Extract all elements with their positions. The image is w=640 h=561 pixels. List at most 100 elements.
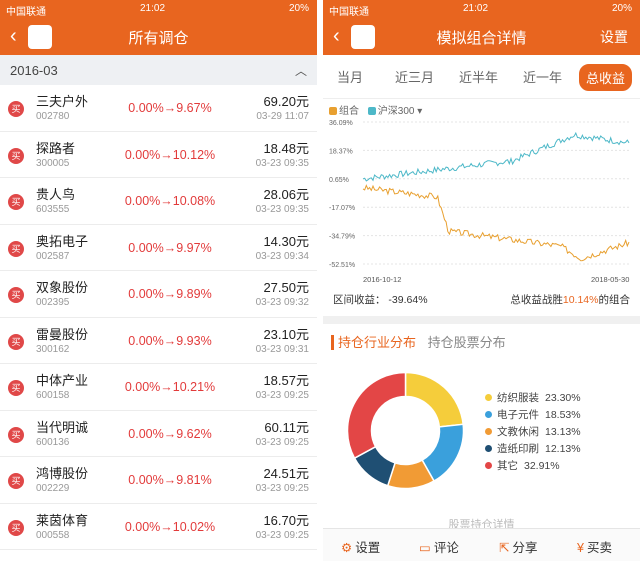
trade-row[interactable]: 买探路者 300005 0.00%→10.12% 18.48元 03-23 09:35 [0, 132, 317, 178]
trade-row[interactable]: 买三夫户外 002780 0.00%→9.67% 69.20元 03-29 11:07 [0, 85, 317, 132]
legend-dot [485, 394, 492, 401]
tab-half-year[interactable]: 近半年 [459, 67, 498, 86]
trade-row[interactable]: 买中体产业 600158 0.00%→10.21% 18.57元 03-23 09:25 [0, 364, 317, 411]
legend-label: 其它 [497, 460, 518, 472]
stock-code: 300005 [36, 157, 70, 169]
buy-badge: 买 [8, 519, 24, 536]
share-button[interactable]: ⇱ 分享 [499, 537, 538, 556]
stock-name: 雷曼股份 [36, 326, 89, 342]
y-tick-label: 36.09% [329, 120, 353, 127]
position-change: 0.00%→9.93% [128, 333, 212, 348]
stock-code: 002395 [36, 297, 70, 308]
month-section[interactable]: 2016-03 ︿ [0, 55, 317, 85]
trade-time: 03-23 09:35 [255, 204, 309, 215]
period-tabs: 当月 近三月 近半年 近一年 总收益 [323, 55, 640, 99]
stock-name: 莱茵体育 [36, 512, 89, 528]
buy-badge: 买 [8, 380, 24, 396]
x-tick-label: 2016-10-12 [363, 275, 401, 284]
legend-item: 纺织服装 23.30% [485, 390, 581, 407]
legend-item: 电子元件 18.53% [485, 407, 581, 424]
bottom-toolbar: ⚙ 设置 ▭ 评论 ⇱ 分享 ¥ 买卖 [323, 528, 640, 561]
share-icon: ⇱ [499, 541, 510, 555]
interval-return: 区间收益： -39.64% [333, 292, 428, 307]
carrier-label: 中国联通 [329, 7, 369, 18]
trade-list: 买三夫户外 002780 0.00%→9.67% 69.20元 03-29 11:07 买… [0, 85, 317, 550]
position-change: 0.00%→9.67% [128, 101, 212, 115]
stock-code: 600158 [36, 390, 70, 401]
share-label: 分享 [512, 541, 538, 555]
trade-row[interactable]: 买奥拓电子 002587 0.00%→9.97% 14.30元 03-23 09:34 [0, 225, 317, 271]
settings-tool-label: 设置 [355, 541, 381, 555]
trade-row[interactable]: 买当代明诚 600136 0.00%→9.62% 60.11元 03-23 09:25 [0, 411, 317, 457]
tab-total-return[interactable]: 总收益 [579, 64, 633, 91]
trade-time: 03-23 09:32 [255, 297, 309, 308]
chevron-up-icon[interactable]: ︿ [295, 62, 307, 79]
y-tick-label: -52.51% [329, 262, 355, 269]
legend-value: 18.53% [545, 409, 581, 421]
legend-value: 12.13% [545, 443, 581, 455]
buy-badge: 买 [8, 147, 24, 164]
trade-time: 03-23 09:25 [255, 390, 309, 401]
buy-badge: 买 [8, 333, 24, 350]
trade-row[interactable]: 买双象股份 002395 0.00%→9.89% 27.50元 03-23 09:32 [0, 271, 317, 318]
legend-dot [485, 445, 492, 452]
trade-button[interactable]: ¥ 买卖 [577, 537, 612, 556]
trade-price: 18.48元 [263, 140, 309, 156]
trade-time: 03-23 09:34 [255, 250, 309, 262]
beat-prefix: 总收益战胜 [510, 294, 563, 306]
trade-price: 18.57元 [263, 373, 309, 388]
tab-industry-distribution[interactable]: 持仓行业分布 [331, 335, 417, 350]
x-tick-label: 2018-05-30 [591, 275, 629, 284]
legend-value: 23.30% [545, 392, 581, 404]
tab-stock-distribution[interactable]: 持仓股票分布 [428, 335, 506, 350]
donut-slice[interactable] [346, 371, 407, 460]
nav-bar: ‹ 所有调仓 [0, 18, 317, 55]
position-change: 0.00%→9.97% [128, 240, 212, 255]
stock-code: 603555 [36, 204, 70, 215]
legend-label: 纺织服装 [497, 392, 539, 404]
trade-time: 03-29 11:07 [256, 111, 309, 122]
trade-price: 24.51元 [263, 466, 309, 481]
y-tick-label: -17.07% [329, 205, 355, 212]
comment-label: 评论 [433, 541, 459, 555]
stock-name: 鸿博股份 [36, 466, 89, 481]
comment-button[interactable]: ▭ 评论 [419, 537, 459, 556]
trade-price: 23.10元 [263, 326, 309, 342]
interval-return-value: -39.64% [388, 294, 428, 306]
settings-tool-button[interactable]: ⚙ 设置 [341, 537, 380, 556]
stock-name: 双象股份 [36, 280, 89, 295]
portfolio-series-line [362, 184, 630, 262]
trade-row[interactable]: 买雷曼股份 300162 0.00%→9.93% 23.10元 03-23 09:31 [0, 318, 317, 364]
tab-one-year[interactable]: 近一年 [523, 67, 562, 86]
position-change: 0.00%→10.02% [124, 519, 216, 534]
legend-item: 造纸印刷 12.13% [485, 441, 581, 458]
tab-month[interactable]: 当月 [337, 67, 363, 86]
battery-label: 20% [288, 3, 309, 14]
stock-code: 002587 [36, 250, 70, 262]
buy-badge: 买 [8, 240, 24, 257]
beat-value: 10.14% [562, 294, 599, 306]
beat-suffix: 的组合 [598, 294, 631, 306]
trade-row[interactable]: 买莱茵体育 000558 0.00%→10.02% 16.70元 03-23 09:25 [0, 504, 317, 550]
carrier-label: 中国联通 [6, 7, 46, 18]
distribution-tabs: 持仓行业分布 持仓股票分布 [331, 332, 506, 351]
trade-time: 03-23 09:25 [255, 436, 309, 448]
trade-label: 买卖 [586, 541, 612, 555]
position-change: 0.00%→10.21% [124, 380, 216, 394]
stock-code: 002780 [36, 111, 70, 122]
y-tick-label: 18.37% [329, 148, 353, 155]
donut-slice[interactable] [404, 371, 464, 428]
trade-row[interactable]: 买鸿博股份 002229 0.00%→9.81% 24.51元 03-23 09:25 [0, 457, 317, 504]
stock-code: 600136 [36, 436, 70, 448]
chart-legend: 组合 沪深300 ▾ [329, 102, 422, 117]
tab-three-months[interactable]: 近三月 [395, 67, 434, 86]
gear-icon: ⚙ [341, 541, 353, 555]
settings-button[interactable]: 设置 [600, 27, 628, 47]
stock-name: 探路者 [36, 140, 76, 156]
legend-dot [485, 428, 492, 435]
y-tick-label: 0.65% [329, 177, 349, 184]
buy-badge: 买 [8, 473, 24, 489]
page-title: 模拟组合详情 [436, 30, 527, 47]
legend-label: 文教休闲 [497, 426, 539, 438]
trade-row[interactable]: 买贵人鸟 603555 0.00%→10.08% 28.06元 03-23 09:35 [0, 178, 317, 225]
